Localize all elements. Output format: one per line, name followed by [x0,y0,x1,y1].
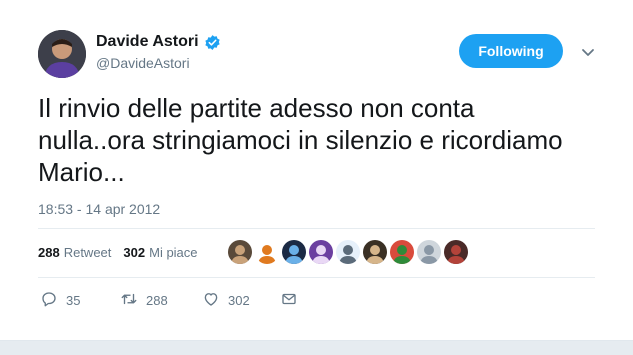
liker-avatar[interactable] [255,240,279,264]
retweet-count: 288 [38,245,60,260]
author-handle[interactable]: @DavideAstori [96,55,190,71]
liker-avatar[interactable] [336,240,360,264]
tweet-timestamp[interactable]: 18:53 - 14 apr 2012 [38,201,160,217]
retweet-label: Retweet [63,245,112,260]
like-count: 302 [123,245,146,260]
liker-avatar[interactable] [282,240,306,264]
reply-icon [40,290,58,311]
liker-avatar[interactable] [390,240,414,264]
reply-button[interactable]: 35 [40,290,80,311]
chevron-down-icon[interactable] [580,44,596,60]
liker-avatar[interactable] [417,240,441,264]
direct-message-button[interactable] [280,290,298,311]
reply-count: 35 [66,293,81,308]
liker-avatar[interactable] [444,240,468,264]
verified-badge-icon [204,34,221,51]
retweet-icon [120,290,138,311]
divider [38,277,595,278]
like-button[interactable]: 302 [202,290,250,311]
heart-icon [202,290,220,311]
liker-avatar[interactable] [228,240,252,264]
retweet-action-count: 288 [146,293,168,308]
tweet-text: Il rinvio delle partite adesso non conta… [38,92,618,188]
tweet-text-line: nulla..ora stringiamoci in silenzio e ri… [38,125,563,155]
retweet-button[interactable]: 288 [120,290,168,311]
divider [38,228,595,229]
author-display-name[interactable]: Davide Astori [96,33,199,51]
timeline-background [0,340,633,355]
liker-avatar[interactable] [309,240,333,264]
liker-avatar[interactable] [363,240,387,264]
author-avatar[interactable] [38,30,86,78]
like-action-count: 302 [228,293,250,308]
envelope-icon [280,290,298,311]
following-button[interactable]: Following [459,34,563,68]
retweet-stat[interactable]: 288 Retweet [38,245,111,260]
tweet-text-line: Mario... [38,157,125,187]
tweet-stats: 288 Retweet 302 Mi piace [38,245,210,260]
liker-avatars [228,240,471,264]
tweet-card: Davide Astori @DavideAstori Following Il… [0,0,633,340]
like-label: Mi piace [149,245,198,260]
like-stat[interactable]: 302 Mi piace [123,245,197,260]
tweet-text-line: Il rinvio delle partite adesso non conta [38,93,475,123]
